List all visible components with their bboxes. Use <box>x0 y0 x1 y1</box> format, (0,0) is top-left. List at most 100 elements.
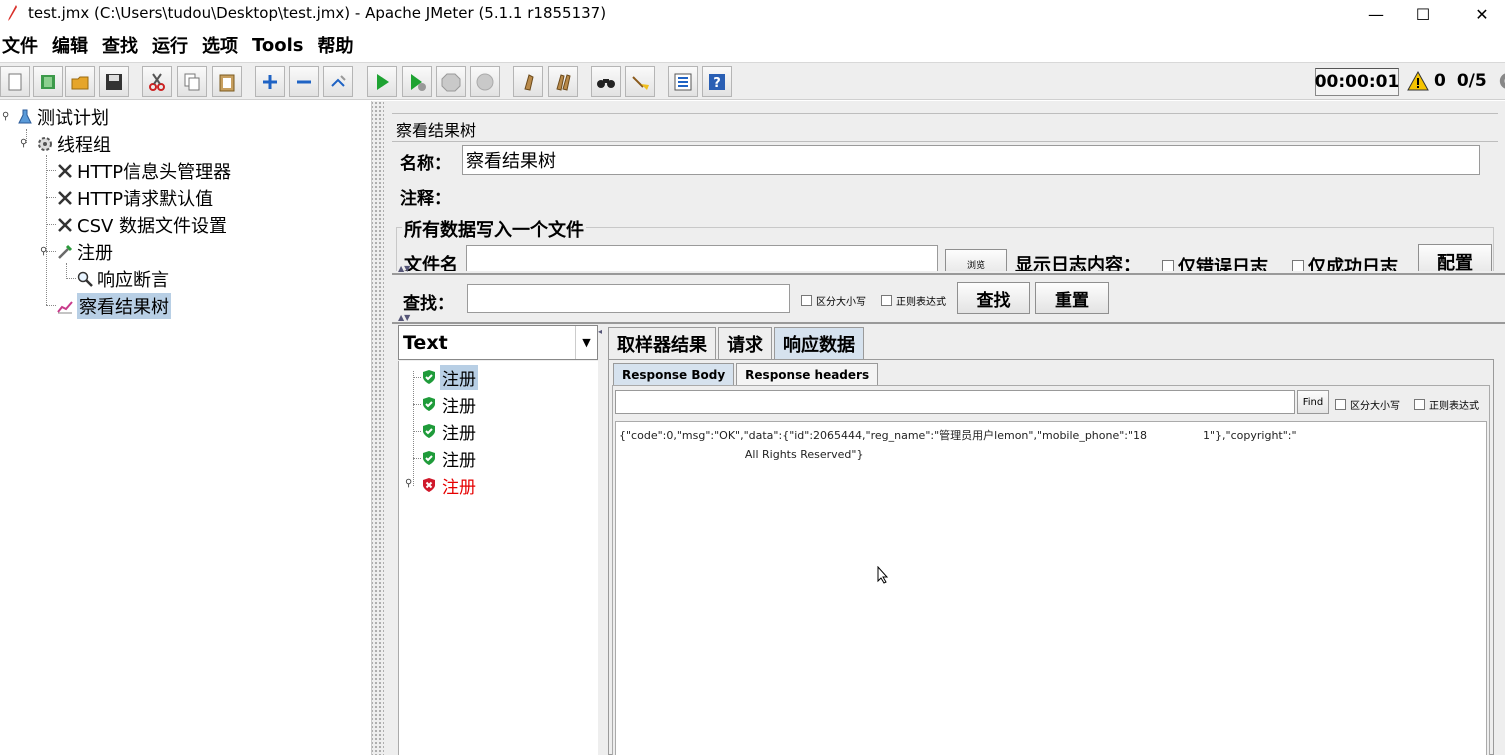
renderer-select[interactable]: Text ▼ <box>398 325 598 360</box>
name-input[interactable]: 察看结果树 <box>462 145 1480 175</box>
result-item-error[interactable]: 注册 <box>421 473 478 498</box>
templates-icon <box>41 74 55 89</box>
tree-node-http-defaults[interactable]: HTTP请求默认值 <box>56 186 213 210</box>
success-shield-icon <box>423 424 435 438</box>
collapse-arrows-icon[interactable]: ▲▼ <box>398 264 410 273</box>
response-case-sensitive-checkbox[interactable]: 区分大小写 <box>1335 397 1400 412</box>
tab-request[interactable]: 请求 <box>718 327 772 359</box>
menu-search[interactable]: 查找 <box>95 32 145 58</box>
chart-icon <box>56 297 74 315</box>
tab-response-body[interactable]: Response Body <box>613 363 735 385</box>
play-no-timer-icon <box>411 73 426 91</box>
menu-options[interactable]: 选项 <box>195 32 245 58</box>
menu-bar: 文件 编辑 查找 运行 选项 Tools 帮助 <box>0 30 361 60</box>
save-button[interactable] <box>99 66 129 97</box>
tree-toggle-register[interactable]: ⚲ <box>40 246 47 257</box>
expand-button[interactable] <box>255 66 285 97</box>
warning-count: 0 <box>1434 71 1446 91</box>
magnifier-icon <box>76 270 94 288</box>
regex-checkbox[interactable]: 正则表达式 <box>881 293 946 308</box>
maximize-button[interactable]: ☐ <box>1400 0 1446 28</box>
result-item[interactable]: 注册 <box>421 364 478 390</box>
clear-button[interactable] <box>513 66 543 97</box>
shutdown-button[interactable] <box>470 66 500 97</box>
copy-button[interactable] <box>177 66 207 97</box>
tree-node-test-plan[interactable]: 测试计划 <box>16 105 109 129</box>
stop-button[interactable] <box>436 66 466 97</box>
find-button[interactable]: 查找 <box>957 282 1030 314</box>
result-toggle[interactable]: ⚲ <box>405 478 412 489</box>
tab-sampler-result[interactable]: 取样器结果 <box>608 327 716 359</box>
response-regex-checkbox[interactable]: 正则表达式 <box>1414 397 1479 412</box>
browse-button[interactable]: 浏览 <box>945 249 1007 271</box>
menu-file[interactable]: 文件 <box>0 32 45 58</box>
response-search-input[interactable] <box>615 390 1295 414</box>
reset-search-button[interactable] <box>625 66 655 97</box>
mouse-cursor-icon <box>877 565 889 588</box>
menu-tools[interactable]: Tools <box>245 35 311 56</box>
menu-run[interactable]: 运行 <box>145 32 195 58</box>
result-item[interactable]: 注册 <box>421 392 478 417</box>
reset-button[interactable]: 重置 <box>1035 282 1109 314</box>
search-button[interactable] <box>591 66 621 97</box>
response-body-text[interactable]: {"code":0,"msg":"OK","data":{"id":206544… <box>615 421 1487 755</box>
tab-response-headers[interactable]: Response headers <box>736 363 879 385</box>
comment-label: 注释： <box>400 189 451 209</box>
file-row: 文件名 浏览 显示日志内容： 仅错误日志 仅成功日志 配置 <box>396 241 1496 271</box>
templates-button[interactable] <box>33 66 63 97</box>
tab-response-data[interactable]: 响应数据 <box>774 327 864 359</box>
toggle-icon <box>331 74 346 87</box>
result-item[interactable]: 注册 <box>421 419 478 444</box>
remote-status-icon <box>1499 73 1505 89</box>
open-folder-icon <box>71 76 89 89</box>
result-tabs: 取样器结果 请求 响应数据 <box>608 327 866 359</box>
close-button[interactable]: ✕ <box>1459 0 1505 28</box>
result-item[interactable]: 注册 <box>421 446 478 471</box>
tree-node-register-sampler[interactable]: 注册 <box>56 240 113 264</box>
svg-text:?: ? <box>713 76 721 91</box>
start-button[interactable] <box>367 66 397 97</box>
tree-node-csv-data-set[interactable]: CSV 数据文件设置 <box>56 213 227 237</box>
stop-icon <box>441 73 461 91</box>
cut-button[interactable] <box>142 66 172 97</box>
errors-only-checkbox[interactable]: 仅错误日志 <box>1162 253 1268 271</box>
new-button[interactable] <box>0 66 30 97</box>
response-data-pane: Response Body Response headers Find 区分大小… <box>608 359 1494 755</box>
copy-icon <box>184 73 200 90</box>
tree-node-response-assertion[interactable]: 响应断言 <box>76 267 169 291</box>
main-splitter[interactable] <box>372 101 384 755</box>
elapsed-timer: 00:00:01 <box>1315 68 1399 96</box>
clear-all-button[interactable] <box>548 66 578 97</box>
toggle-button[interactable] <box>323 66 353 97</box>
paste-button[interactable] <box>212 66 242 97</box>
search-input[interactable] <box>467 284 790 313</box>
collapse-button[interactable] <box>289 66 319 97</box>
panel-title: 察看结果树 <box>396 121 477 140</box>
function-helper-button[interactable] <box>668 66 698 97</box>
flask-icon <box>16 108 34 126</box>
status-area: 0 0/5 <box>1407 70 1505 92</box>
tree-node-thread-group[interactable]: 线程组 <box>36 132 111 156</box>
start-no-pause-button[interactable] <box>402 66 432 97</box>
play-icon <box>377 73 389 90</box>
help-icon: ? <box>709 73 725 91</box>
tree-toggle-test-plan[interactable]: ⚲ <box>2 111 9 122</box>
collapse-arrows-icon[interactable]: ▲▼ <box>398 313 410 322</box>
pipette-icon <box>56 243 74 261</box>
configure-button[interactable]: 配置 <box>1418 244 1492 271</box>
plus-icon <box>263 74 277 89</box>
tree-toggle-thread-group[interactable]: ⚲ <box>20 138 27 149</box>
minimize-button[interactable]: — <box>1353 0 1399 28</box>
tree-node-view-results-tree[interactable]: 察看结果树 <box>56 293 171 319</box>
success-only-checkbox[interactable]: 仅成功日志 <box>1292 253 1398 271</box>
help-button[interactable]: ? <box>702 66 732 97</box>
response-find-button[interactable]: Find <box>1297 390 1329 414</box>
case-sensitive-checkbox[interactable]: 区分大小写 <box>801 293 866 308</box>
results-splitter[interactable]: ◂ <box>598 325 606 755</box>
open-button[interactable] <box>65 66 95 97</box>
menu-edit[interactable]: 编辑 <box>45 32 95 58</box>
tree-node-header-manager[interactable]: HTTP信息头管理器 <box>56 159 231 183</box>
menu-help[interactable]: 帮助 <box>311 32 361 58</box>
warning-icon[interactable] <box>1407 70 1429 92</box>
filename-input[interactable] <box>466 245 938 271</box>
